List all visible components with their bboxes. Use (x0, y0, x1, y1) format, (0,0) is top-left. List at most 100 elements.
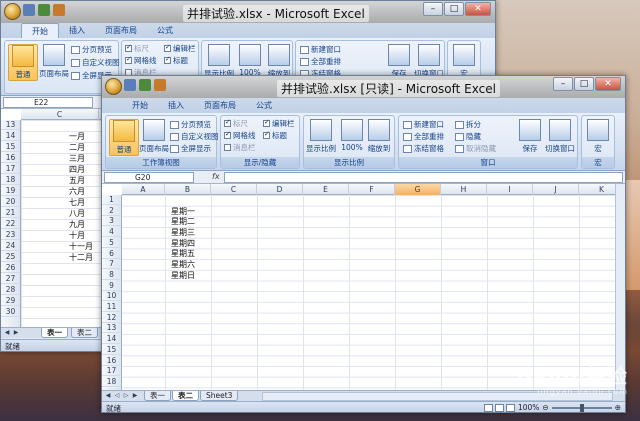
weekday-cell[interactable]: 星期二 (171, 216, 195, 227)
row-10[interactable]: 10 (102, 291, 121, 302)
page-layout-button[interactable]: 页面布局 (139, 119, 169, 154)
gridlines-checkbox[interactable]: 网格线 (224, 130, 256, 141)
row-21[interactable]: 21 (1, 208, 20, 218)
column-header-f[interactable]: F (349, 184, 395, 195)
month-cell[interactable]: 七月 (69, 197, 85, 208)
next-sheet-icon[interactable]: ▷ (122, 392, 130, 400)
weekday-cell[interactable]: 星期三 (171, 227, 195, 238)
tab-formulas[interactable]: 公式 (147, 23, 183, 38)
row-5[interactable]: 5 (102, 238, 121, 248)
row-25[interactable]: 25 (1, 252, 20, 262)
normal-view-button[interactable]: 普通 (8, 44, 38, 81)
save-workspace-button[interactable]: 保存 (515, 119, 545, 154)
month-cell[interactable]: 二月 (69, 142, 85, 153)
tab-page-layout[interactable]: 页面布局 (95, 23, 147, 38)
row-8[interactable]: 8 (102, 270, 121, 280)
page-break-icon[interactable] (505, 403, 515, 412)
month-cell[interactable]: 一月 (69, 131, 85, 142)
save-icon[interactable] (124, 79, 136, 91)
new-window-button[interactable]: 新建窗口 (403, 119, 444, 130)
undo-icon[interactable] (38, 4, 50, 16)
custom-views-button[interactable]: 自定义视图 (71, 57, 120, 68)
column-header-b[interactable]: B (165, 184, 211, 195)
row-2[interactable]: 2 (102, 206, 121, 216)
prev-sheet-icon[interactable]: ◁ (113, 392, 121, 400)
normal-view-button[interactable]: 普通 (109, 119, 139, 156)
row-15[interactable]: 15 (1, 142, 20, 152)
tab-formulas[interactable]: 公式 (246, 98, 282, 113)
tab-insert[interactable]: 插入 (59, 23, 95, 38)
zoom-100-button[interactable]: 100% (235, 44, 265, 77)
switch-windows-button[interactable]: 切换窗口 (545, 119, 575, 154)
column-header-a[interactable]: A (122, 184, 165, 195)
weekday-cell[interactable]: 星期四 (171, 238, 195, 249)
back-cell-grid[interactable] (21, 120, 101, 327)
weekday-cell[interactable]: 星期五 (171, 248, 195, 259)
row-12[interactable]: 12 (102, 313, 121, 323)
zoom-slider[interactable] (551, 403, 612, 412)
fx-icon[interactable]: fx (212, 172, 220, 181)
messagebar-checkbox[interactable]: 消息栏 (224, 142, 256, 153)
ruler-checkbox[interactable]: 标尺 (125, 43, 149, 54)
custom-views-button[interactable]: 自定义视图 (170, 131, 219, 142)
column-header-k[interactable]: K (579, 184, 615, 195)
sheet-tab-2[interactable]: 表二 (71, 328, 98, 338)
formula-bar-checkbox[interactable]: 编辑栏 (263, 118, 295, 129)
save-icon[interactable] (23, 4, 35, 16)
row-18[interactable]: 18 (1, 175, 20, 185)
row-3[interactable]: 3 (102, 216, 121, 227)
tab-page-layout[interactable]: 页面布局 (194, 98, 246, 113)
zoom-to-selection-button[interactable]: 缩放到 (364, 119, 394, 154)
month-cell[interactable]: 六月 (69, 186, 85, 197)
first-sheet-icon[interactable]: ◀ (3, 329, 11, 337)
back-title-bar[interactable]: 并排试验.xlsx - Microsoft Excel – □ ✕ (1, 1, 495, 23)
zoom-out-icon[interactable]: ⊖ (542, 403, 548, 412)
sheet-tab-3[interactable]: Sheet3 (200, 391, 239, 401)
save-workspace-button[interactable]: 保存 (384, 44, 414, 79)
column-header-e[interactable]: E (303, 184, 349, 195)
hide-button[interactable]: 隐藏 (455, 131, 481, 142)
full-screen-button[interactable]: 全屏显示 (170, 143, 211, 154)
column-header-i[interactable]: I (487, 184, 533, 195)
switch-windows-button[interactable]: 切换窗口 (414, 44, 444, 79)
row-16[interactable]: 16 (1, 153, 20, 163)
sheet-tab-1[interactable]: 表一 (144, 391, 171, 401)
next-sheet-icon[interactable]: ▶ (12, 329, 20, 337)
maximize-icon[interactable]: □ (444, 2, 464, 16)
zoom-100-button[interactable]: 100% (337, 119, 367, 152)
row-16[interactable]: 16 (102, 356, 121, 366)
row-23[interactable]: 23 (1, 230, 20, 240)
unhide-button[interactable]: 取消隐藏 (455, 143, 496, 154)
row-17[interactable]: 17 (1, 164, 20, 174)
zoom-level[interactable]: 100% (518, 403, 539, 412)
column-header-h[interactable]: H (441, 184, 487, 195)
row-9[interactable]: 9 (102, 281, 121, 291)
weekday-cell[interactable]: 星期日 (171, 270, 195, 281)
office-button[interactable] (105, 78, 122, 95)
row-1[interactable]: 1 (102, 195, 121, 205)
headings-checkbox[interactable]: 标题 (263, 130, 287, 141)
row-13[interactable]: 13 (102, 323, 121, 334)
minimize-icon[interactable]: – (553, 77, 573, 91)
last-sheet-icon[interactable]: ▶ (131, 392, 139, 400)
front-title-bar[interactable]: 并排试验.xlsx [只读] - Microsoft Excel – □ ✕ (102, 76, 625, 98)
macros-button[interactable]: 宏 (583, 119, 613, 154)
name-box[interactable]: G20 (104, 172, 194, 183)
new-window-button[interactable]: 新建窗口 (300, 44, 341, 55)
office-button[interactable] (4, 3, 21, 20)
first-sheet-icon[interactable]: ◀ (104, 392, 112, 400)
column-header-c[interactable]: C (211, 184, 257, 195)
weekday-cell[interactable]: 星期六 (171, 259, 195, 270)
column-header-j[interactable]: J (533, 184, 579, 195)
undo-icon[interactable] (139, 79, 151, 91)
headings-checkbox[interactable]: 标题 (164, 55, 188, 66)
normal-view-icon[interactable] (483, 403, 493, 412)
row-29[interactable]: 29 (1, 296, 20, 306)
redo-icon[interactable] (53, 4, 65, 16)
tab-insert[interactable]: 插入 (158, 98, 194, 113)
tab-home[interactable]: 开始 (122, 98, 158, 113)
row-11[interactable]: 11 (102, 302, 121, 312)
row-30[interactable]: 30 (1, 307, 20, 317)
row-22[interactable]: 22 (1, 219, 20, 229)
formula-input[interactable] (224, 172, 623, 183)
